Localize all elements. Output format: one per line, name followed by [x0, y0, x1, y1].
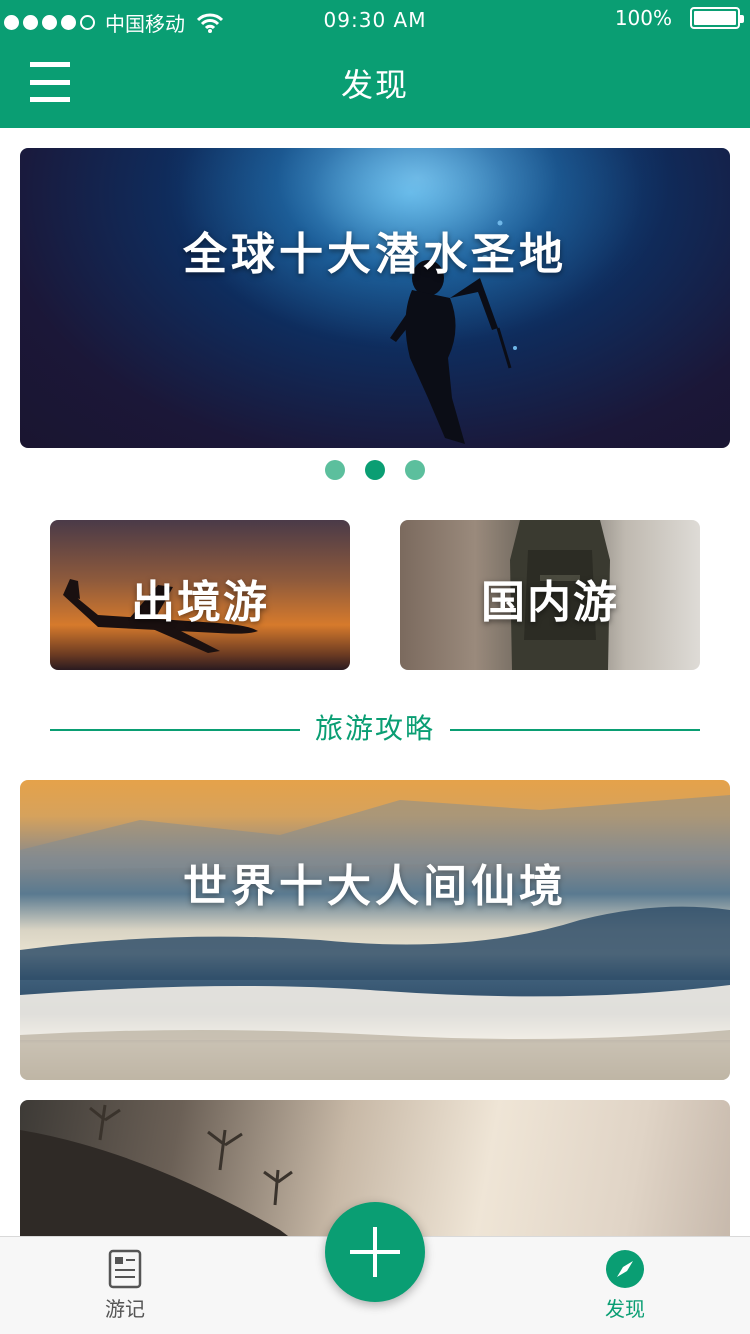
section-title: 旅游攻略	[314, 712, 435, 745]
category-label: 出境游	[131, 577, 269, 628]
article-card[interactable]: 世界十大人间仙境	[20, 780, 730, 1080]
category-label: 国内游	[481, 577, 619, 628]
tab-label: 发现	[605, 1297, 645, 1321]
notes-icon	[108, 1249, 142, 1289]
divider-line	[450, 729, 700, 731]
add-button[interactable]	[325, 1202, 425, 1302]
plus-icon	[373, 1227, 377, 1277]
pager-dot-active[interactable]	[365, 460, 385, 480]
nav-bar: 发现	[0, 40, 750, 128]
tab-label: 游记	[105, 1297, 145, 1321]
pager-dot[interactable]	[325, 460, 345, 480]
pager-dot[interactable]	[405, 460, 425, 480]
status-bar: 中国移动 09:30 AM 100%	[0, 0, 750, 40]
section-divider: 旅游攻略	[50, 705, 700, 745]
battery-icon	[690, 7, 744, 29]
mountain-landscape	[20, 795, 730, 1080]
banner-pager	[0, 460, 750, 480]
banner-title: 全球十大潜水圣地	[183, 229, 567, 280]
compass-icon	[606, 1250, 644, 1288]
category-card-domestic[interactable]: 国内游	[400, 520, 700, 670]
battery-area: 100%	[614, 6, 744, 30]
category-card-abroad[interactable]: 出境游	[50, 520, 350, 670]
app-header: 中国移动 09:30 AM 100% 发现	[0, 0, 750, 128]
article-title: 世界十大人间仙境	[183, 861, 567, 912]
battery-fill	[694, 11, 736, 25]
battery-percent: 100%	[614, 6, 672, 30]
tab-discover[interactable]: 发现	[565, 1249, 685, 1322]
featured-banner[interactable]: 全球十大潜水圣地	[20, 148, 730, 448]
tab-notes[interactable]: 游记	[65, 1249, 185, 1322]
page-title: 发现	[340, 66, 409, 104]
